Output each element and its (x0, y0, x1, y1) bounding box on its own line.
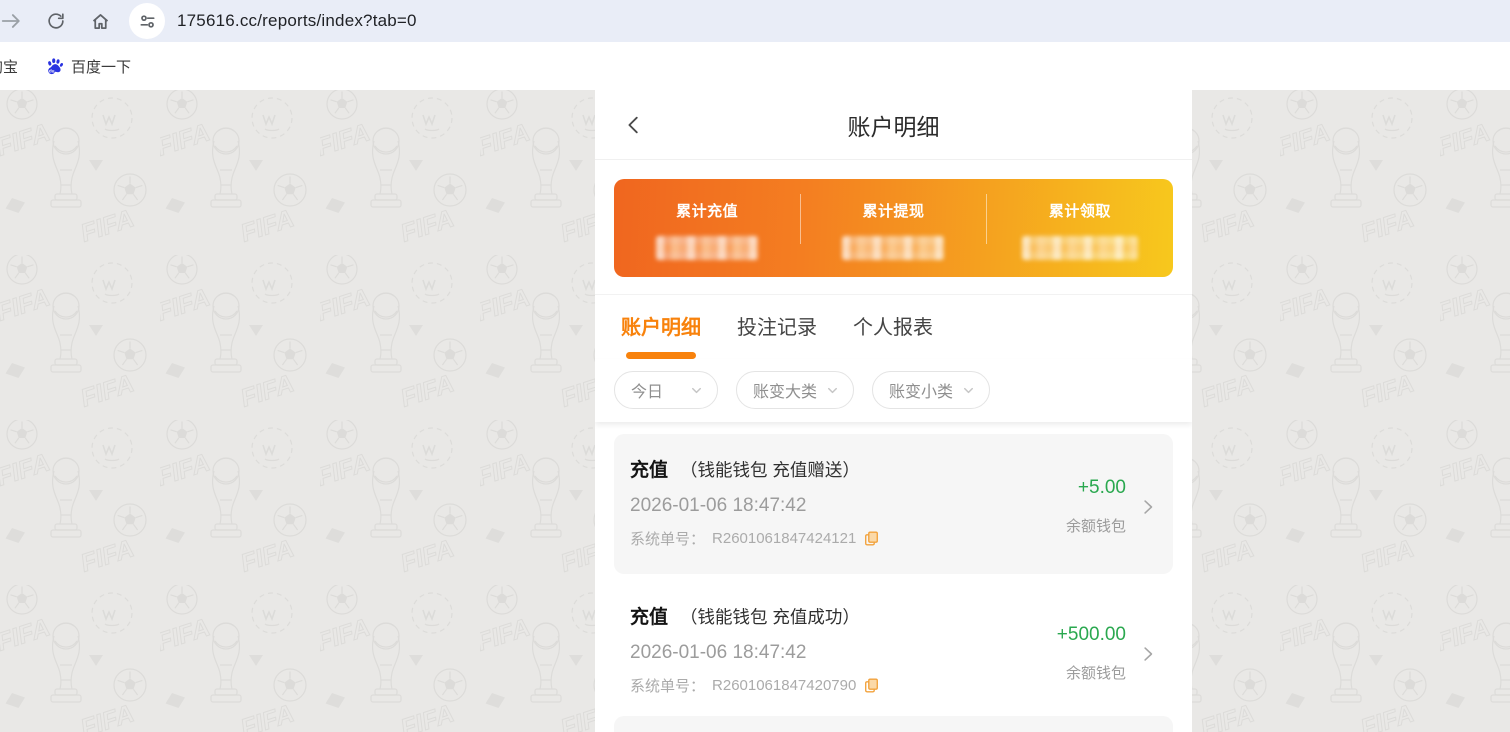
summary-claim: 累计领取 (987, 200, 1173, 277)
copy-icon[interactable] (863, 530, 880, 547)
chevron-right-icon[interactable] (1138, 495, 1157, 519)
copy-icon[interactable] (863, 677, 880, 694)
report-panel: 账户明细 累计充值 累计提现 累计领取 账户明细 投注记录 个人报表 今日 账变… (595, 90, 1192, 732)
chevron-down-icon (828, 387, 837, 393)
summary-section: 累计充值 累计提现 累计领取 (595, 160, 1192, 295)
bookmark-taobao[interactable]: 淘宝 (0, 56, 18, 77)
summary-withdraw: 累计提现 (800, 200, 986, 277)
back-button[interactable] (623, 114, 645, 141)
bookmark-label: 百度一下 (71, 58, 132, 76)
order-label: 系统单号： (630, 678, 706, 695)
transaction-row[interactable]: 充值 （钱能钱包 充值成功） 2026-01-06 18:47:42 系统单号：… (614, 581, 1173, 709)
transaction-subtype: （钱能钱包 充值赠送） (680, 460, 860, 480)
order-number: R2601061847424121 (712, 530, 857, 547)
transaction-type: 充值 (630, 607, 669, 628)
page-background: FIFA FIFA (0, 90, 1510, 732)
summary-label: 累计充值 (676, 203, 739, 220)
divider (986, 194, 988, 244)
chevron-right-icon[interactable] (1138, 642, 1157, 666)
summary-label: 累计提现 (862, 203, 925, 220)
summary-card: 累计充值 累计提现 累计领取 (614, 179, 1173, 277)
transaction-datetime: 2026-01-06 18:47:42 (630, 495, 807, 516)
url-bar[interactable]: 175616.cc/reports/index?tab=0 (177, 11, 417, 31)
filter-date-select[interactable]: 今日 (614, 371, 718, 409)
transaction-type: 充值 (630, 460, 669, 481)
transaction-list: 充值 （钱能钱包 充值赠送） 2026-01-06 18:47:42 系统单号：… (595, 422, 1192, 732)
bookmarks-bar: 淘宝 du 百度一下 (0, 42, 1510, 90)
tab-bet-records[interactable]: 投注记录 (737, 315, 817, 359)
transaction-wallet: 余额钱包 (1065, 518, 1126, 535)
reload-icon[interactable] (46, 11, 66, 31)
active-tab-underline (626, 352, 696, 359)
forward-icon[interactable] (0, 10, 22, 32)
site-info-button[interactable] (129, 3, 165, 39)
summary-label: 累计领取 (1048, 203, 1111, 220)
tab-personal-report[interactable]: 个人报表 (853, 315, 933, 359)
chevron-down-icon (692, 387, 701, 393)
home-icon[interactable] (90, 11, 111, 32)
tab-bar: 账户明细 投注记录 个人报表 (621, 315, 1166, 359)
order-label: 系统单号： (630, 531, 706, 548)
bookmark-baidu[interactable]: du 百度一下 (46, 56, 131, 77)
masked-value (842, 236, 945, 260)
filter-minor-type-select[interactable]: 账变小类 (872, 371, 990, 409)
transaction-amount: +500.00 (1056, 624, 1126, 645)
chevron-down-icon (964, 387, 973, 393)
masked-value (656, 236, 759, 260)
page-header: 账户明细 (595, 90, 1192, 160)
chevron-left-icon (628, 116, 638, 134)
tab-account-detail[interactable]: 账户明细 (621, 315, 701, 359)
divider (800, 194, 802, 244)
bookmark-label: 淘宝 (0, 58, 19, 76)
transaction-row-partial[interactable] (614, 716, 1173, 732)
summary-recharge: 累计充值 (614, 200, 800, 277)
tune-icon (139, 14, 155, 28)
transaction-subtype: （钱能钱包 充值成功） (680, 607, 860, 627)
baidu-paw-icon: du (48, 58, 63, 75)
transaction-amount: +5.00 (1077, 477, 1126, 498)
filter-major-type-select[interactable]: 账变大类 (736, 371, 854, 409)
transaction-datetime: 2026-01-06 18:47:42 (630, 642, 807, 663)
browser-toolbar: 175616.cc/reports/index?tab=0 (0, 0, 1510, 42)
order-number: R2601061847420790 (712, 677, 857, 694)
transaction-row[interactable]: 充值 （钱能钱包 充值赠送） 2026-01-06 18:47:42 系统单号：… (614, 434, 1173, 574)
filter-bar: 今日 账变大类 账变小类 (595, 359, 1192, 422)
transaction-wallet: 余额钱包 (1065, 665, 1126, 682)
svg-text:du: du (49, 68, 55, 73)
tabs-section: 账户明细 投注记录 个人报表 (595, 295, 1192, 359)
masked-value (1021, 236, 1138, 260)
page-title: 账户明细 (847, 113, 940, 140)
